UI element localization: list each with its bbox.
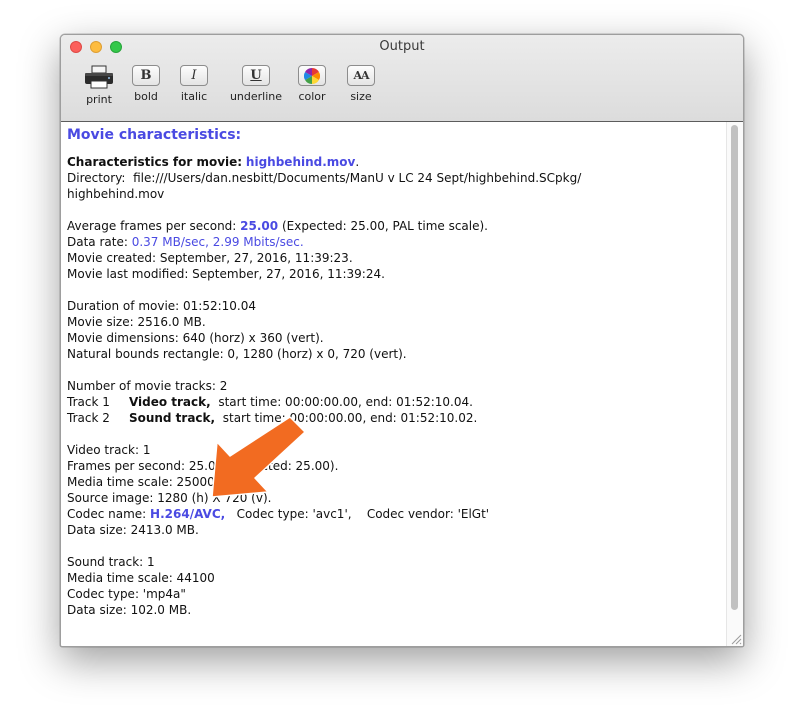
directory-line-2: highbehind.mov: [67, 187, 165, 201]
track-type: Video track,: [128, 395, 211, 409]
output-text-area[interactable]: Movie characteristics: Characteristics f…: [61, 122, 727, 646]
rate-label: Data rate:: [67, 235, 128, 249]
period: .: [355, 155, 360, 169]
heading: Movie characteristics:: [67, 127, 242, 143]
color-label: color: [298, 90, 326, 103]
track-times: start time: 00:00:00.00, end: 01:52:10.0…: [218, 395, 473, 409]
size-line: Movie size: 2516.0 MB.: [67, 315, 206, 329]
data-rate-line: Data rate: 0.37 MB/sec, 2.99 Mbits/sec.: [67, 234, 723, 250]
codec-value: H.264/AVC,: [150, 507, 226, 521]
created-line: Movie created: September, 27, 2016, 11:3…: [67, 251, 353, 265]
window-title: Output: [379, 39, 425, 54]
video-data-size-line: Data size: 2413.0 MB.: [67, 523, 199, 537]
video-time-scale-line: Media time scale: 25000: [67, 475, 215, 489]
underline-icon: U: [242, 65, 270, 86]
sound-codec-line: Codec type: 'mp4a": [67, 587, 186, 601]
fps-rest: (Expected: 25.00, PAL time scale).: [281, 219, 488, 233]
size-button[interactable]: AA size: [343, 65, 379, 103]
num-tracks-line: Number of movie tracks: 2: [67, 379, 228, 393]
track-row: Track 2 Sound track, start time: 00:00:0…: [67, 410, 723, 426]
resize-grip-icon[interactable]: [729, 632, 742, 645]
printer-icon: [85, 65, 113, 89]
video-track-line: Video track: 1: [67, 443, 151, 457]
tracks-block: Number of movie tracks: 2 Track 1 Video …: [67, 378, 723, 426]
directory-line: Directory: file:///Users/dan.nesbitt/Doc…: [67, 170, 723, 186]
bold-icon: B: [132, 65, 160, 86]
italic-button[interactable]: I italic: [176, 65, 212, 103]
italic-icon: I: [180, 65, 208, 86]
codec-line: Codec name: H.264/AVC, Codec type: 'avc1…: [67, 506, 723, 522]
movie-info-block: Characteristics for movie: highbehind.mo…: [67, 154, 723, 202]
dir-path: file:///Users/dan.nesbitt/Documents/ManU…: [133, 171, 582, 185]
bold-button[interactable]: B bold: [128, 65, 164, 103]
italic-label: italic: [180, 90, 208, 103]
underline-button[interactable]: U underline: [225, 65, 287, 103]
track-times: start time: 00:00:00.00, end: 01:52:10.0…: [222, 411, 478, 425]
track-row: Track 1 Video track, start time: 00:00:0…: [67, 394, 723, 410]
color-well: [298, 65, 326, 86]
track-id: Track 2: [67, 411, 110, 425]
fps-value: 25.00: [240, 219, 279, 233]
sound-track-block: Sound track: 1 Media time scale: 44100 C…: [67, 554, 723, 618]
print-label: print: [86, 93, 112, 106]
title-bar: Output print B bold I italic U underline: [61, 35, 743, 122]
font-size-icon: AA: [347, 65, 375, 86]
output-window: Output print B bold I italic U underline: [60, 34, 744, 647]
fps-label: Average frames per second:: [67, 219, 237, 233]
codec-rest: Codec type: 'avc1', Codec vendor: 'ElGt': [225, 507, 490, 521]
rate-block: Average frames per second: 25.00 (Expect…: [67, 218, 723, 282]
underline-label: underline: [229, 90, 283, 103]
vertical-scrollbar[interactable]: [726, 122, 743, 646]
movie-name: highbehind.mov: [245, 155, 356, 169]
track-id: Track 1: [67, 395, 110, 409]
color-button[interactable]: color: [293, 65, 331, 103]
source-image-line: Source image: 1280 (h) X 720 (v).: [67, 491, 272, 505]
duration-line: Duration of movie: 01:52:10.04: [67, 299, 256, 313]
size-label: size: [350, 90, 372, 103]
color-wheel-icon: [303, 68, 321, 84]
dimensions-line: Movie dimensions: 640 (horz) x 360 (vert…: [67, 331, 324, 345]
fps-line: Average frames per second: 25.00 (Expect…: [67, 218, 723, 234]
track-type: Sound track,: [128, 411, 216, 425]
bold-label: bold: [134, 90, 158, 103]
sound-data-size-line: Data size: 102.0 MB.: [67, 603, 192, 617]
sound-track-line: Sound track: 1: [67, 555, 155, 569]
bounds-line: Natural bounds rectangle: 0, 1280 (horz)…: [67, 347, 407, 361]
char-label: Characteristics for movie:: [67, 155, 243, 169]
rate-value: 0.37 MB/sec, 2.99 Mbits/sec.: [131, 235, 304, 249]
dir-label: Directory:: [67, 171, 126, 185]
video-track-block: Video track: 1 Frames per second: 25.00 …: [67, 442, 723, 538]
modified-line: Movie last modified: September, 27, 2016…: [67, 267, 385, 281]
dimension-block: Duration of movie: 01:52:10.04 Movie siz…: [67, 298, 723, 362]
movie-name-line: Characteristics for movie: highbehind.mo…: [67, 154, 723, 170]
sound-time-scale-line: Media time scale: 44100: [67, 571, 215, 585]
print-button[interactable]: print: [81, 65, 117, 106]
scroll-thumb[interactable]: [731, 125, 738, 610]
video-fps-line: Frames per second: 25.00 (Expected: 25.0…: [67, 459, 339, 473]
codec-label: Codec name:: [67, 507, 147, 521]
